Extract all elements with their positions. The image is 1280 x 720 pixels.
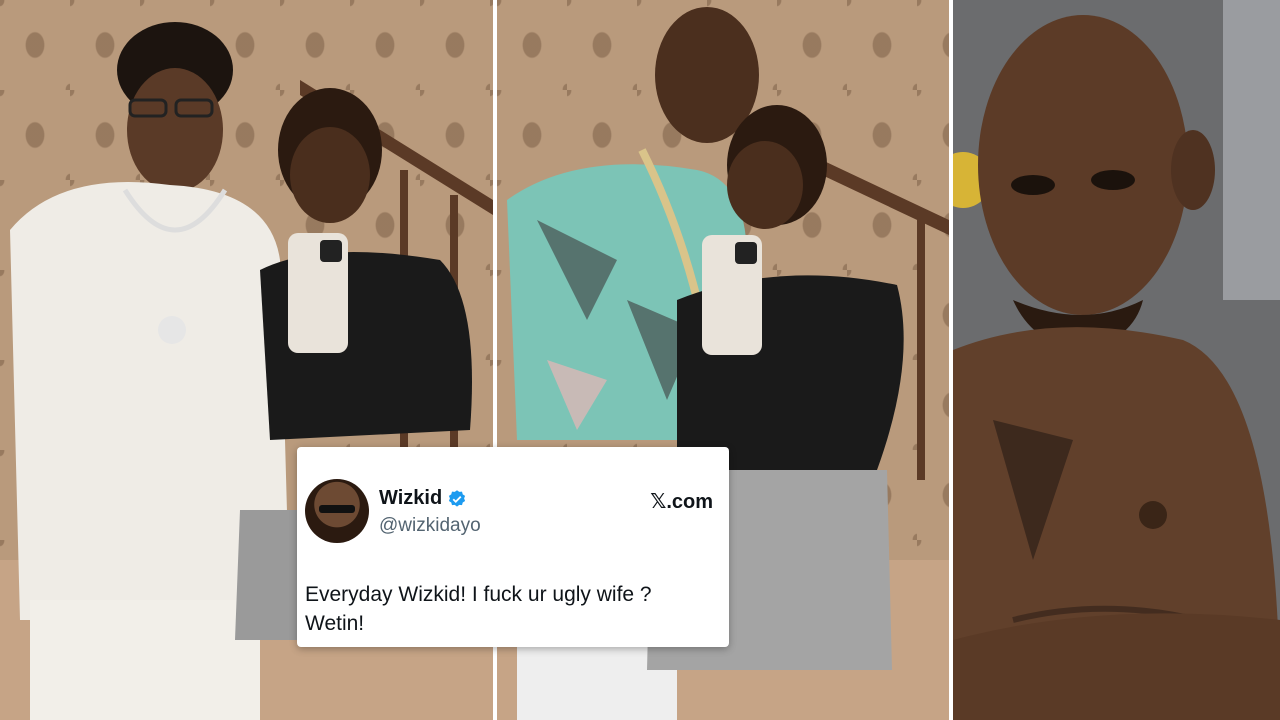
scene-right bbox=[953, 0, 1280, 720]
x-logo-icon: 𝕏 bbox=[650, 489, 667, 513]
avatar bbox=[305, 479, 369, 543]
handle: @wizkidayo bbox=[379, 515, 481, 536]
avatar-glasses bbox=[319, 505, 355, 513]
source-label: 𝕏.com bbox=[650, 489, 713, 514]
verified-badge-icon bbox=[448, 490, 466, 507]
tweet-card: Wizkid @wizkidayo 𝕏.com Everyday Wizkid!… bbox=[297, 447, 729, 647]
tweet-text: Everyday Wizkid! I fuck ur ugly wife ? W… bbox=[305, 583, 652, 635]
display-name: Wizkid bbox=[379, 487, 443, 509]
photo-panel-right bbox=[953, 0, 1280, 720]
source-domain: .com bbox=[666, 491, 713, 513]
